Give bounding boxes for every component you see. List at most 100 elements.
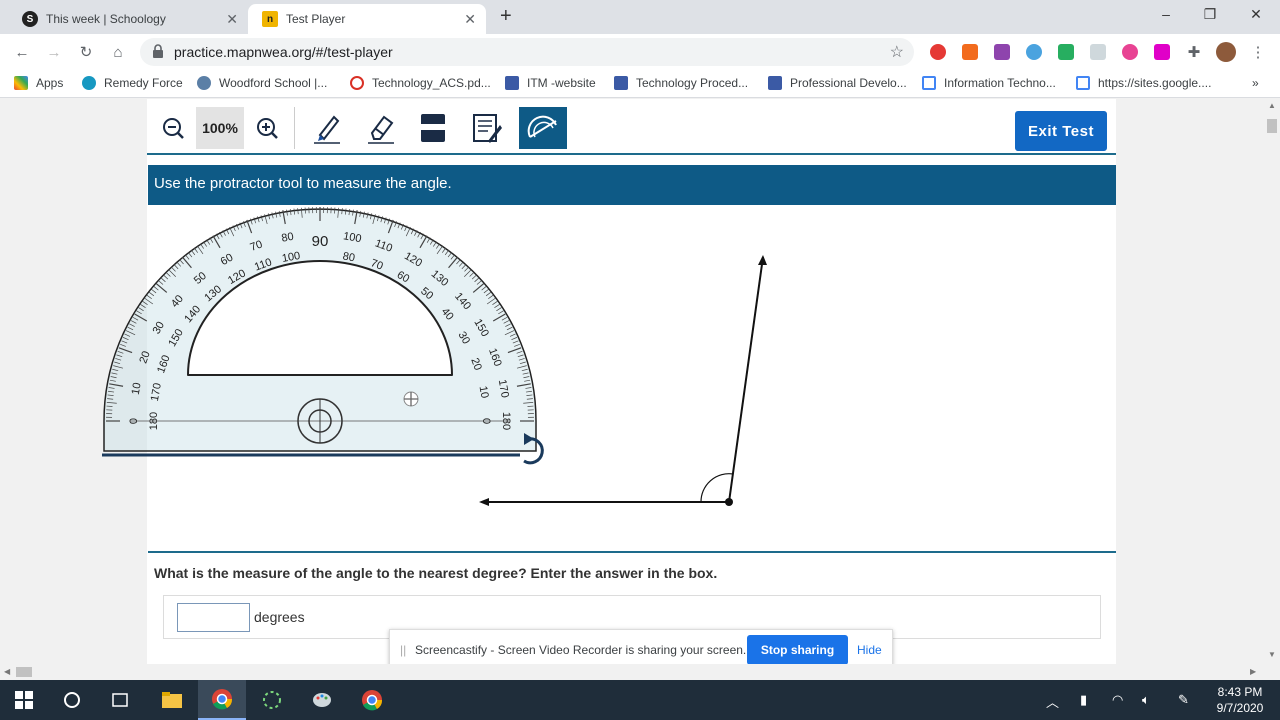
ring-icon bbox=[350, 76, 364, 90]
unit-label: degrees bbox=[254, 609, 305, 625]
bookmark-information-techno[interactable]: Information Techno... bbox=[922, 76, 1056, 90]
pen-tool-button[interactable] bbox=[303, 107, 351, 149]
extension-icon[interactable] bbox=[1026, 44, 1042, 60]
zoom-in-button[interactable] bbox=[243, 107, 291, 149]
answer-input[interactable] bbox=[177, 603, 250, 632]
extension-icon[interactable] bbox=[1154, 44, 1170, 60]
arrowhead-icon bbox=[758, 255, 767, 265]
system-clock[interactable]: 8:43 PM 9/7/2020 bbox=[1208, 684, 1272, 716]
bookmark-apps[interactable]: Apps bbox=[14, 76, 63, 90]
angle-arc bbox=[700, 473, 734, 503]
chrome-taskbar-button-2[interactable] bbox=[348, 680, 396, 720]
task-view-button[interactable] bbox=[96, 680, 144, 720]
spinner-icon bbox=[263, 691, 281, 709]
bookmark-sites-google[interactable]: https://sites.google.... bbox=[1076, 76, 1211, 90]
start-button[interactable] bbox=[0, 680, 48, 720]
puzzle-extensions-icon[interactable]: ✚ bbox=[1184, 42, 1204, 62]
windows-logo-icon bbox=[15, 691, 33, 709]
back-icon[interactable]: ← bbox=[12, 42, 32, 62]
avatar[interactable] bbox=[1216, 42, 1236, 62]
bookmark-technology-acs[interactable]: Technology_ACS.pd... bbox=[350, 76, 491, 90]
url-text: practice.mapnwea.org/#/test-player bbox=[174, 44, 393, 60]
nwea-icon: n bbox=[262, 11, 278, 27]
extension-icon[interactable] bbox=[1122, 44, 1138, 60]
drag-grip-icon[interactable]: || bbox=[400, 643, 406, 657]
exit-test-button[interactable]: Exit Test bbox=[1015, 111, 1107, 151]
eraser-tool-button[interactable] bbox=[357, 107, 405, 149]
extension-icon[interactable] bbox=[930, 44, 946, 60]
more-bookmarks-icon[interactable]: » bbox=[1252, 76, 1259, 90]
close-icon[interactable]: ✕ bbox=[464, 11, 476, 28]
protractor-tool-button[interactable] bbox=[519, 107, 567, 149]
extension-icon[interactable] bbox=[1058, 44, 1074, 60]
toolbar-separator bbox=[294, 107, 295, 149]
close-icon[interactable]: ✕ bbox=[226, 11, 238, 28]
zoom-out-button[interactable] bbox=[149, 107, 197, 149]
minimize-icon[interactable]: – bbox=[1156, 6, 1176, 22]
answer-masking-button[interactable] bbox=[409, 107, 457, 149]
home-icon[interactable]: ⌂ bbox=[108, 42, 128, 62]
bookmark-remedy-force[interactable]: Remedy Force bbox=[82, 76, 183, 90]
tab-title: Test Player bbox=[286, 12, 346, 26]
microphone-icon[interactable]: ▮ bbox=[1080, 692, 1087, 708]
search-button[interactable] bbox=[48, 680, 96, 720]
scroll-down-arrow[interactable]: ▼ bbox=[1268, 650, 1276, 659]
bookmark-itm-website[interactable]: ITM -website bbox=[505, 76, 596, 90]
scroll-up-arrow[interactable]: ▲ bbox=[1268, 101, 1276, 110]
bookmark-star-icon[interactable]: ☆ bbox=[890, 42, 904, 62]
close-window-icon[interactable]: ✕ bbox=[1246, 6, 1266, 23]
protractor-icon bbox=[527, 115, 557, 138]
move-handle-icon[interactable] bbox=[403, 391, 419, 407]
doc-icon bbox=[768, 76, 782, 90]
stop-sharing-button[interactable]: Stop sharing bbox=[747, 635, 848, 665]
horizontal-scrollbar[interactable]: ◀ ▶ bbox=[0, 664, 1264, 680]
chrome-icon bbox=[212, 689, 233, 710]
scroll-thumb[interactable] bbox=[1267, 119, 1277, 133]
bookmark-woodford[interactable]: Woodford School |... bbox=[197, 76, 327, 90]
address-bar[interactable]: practice.mapnwea.org/#/test-player ☆ bbox=[140, 38, 914, 66]
share-message: Screencastify - Screen Video Recorder is… bbox=[415, 643, 747, 657]
bookmark-professional-develo[interactable]: Professional Develo... bbox=[768, 76, 907, 90]
extension-icon[interactable] bbox=[994, 44, 1010, 60]
zoom-out-icon bbox=[163, 118, 184, 139]
file-explorer-button[interactable] bbox=[148, 680, 196, 720]
inner-scale-label: 0 bbox=[480, 418, 492, 424]
chrome-taskbar-button[interactable] bbox=[198, 680, 246, 720]
wifi-icon[interactable]: ◠ bbox=[1112, 692, 1123, 708]
task-view-icon bbox=[112, 693, 128, 707]
outer-scale-label: 0 bbox=[128, 418, 140, 424]
extension-icon[interactable] bbox=[962, 44, 978, 60]
clock-date: 9/7/2020 bbox=[1216, 701, 1264, 715]
menu-icon[interactable]: ⋮ bbox=[1248, 42, 1268, 62]
tab-schoology[interactable]: S This week | Schoology ✕ bbox=[8, 4, 248, 34]
forward-icon[interactable]: → bbox=[44, 42, 64, 62]
scroll-right-arrow[interactable]: ▶ bbox=[1250, 667, 1256, 676]
page-viewport: 100% Exit Test Use the protractor tool t… bbox=[0, 99, 1264, 664]
zoom-level: 100% bbox=[196, 107, 244, 149]
school-logo-icon bbox=[197, 76, 211, 90]
notepad-button[interactable] bbox=[463, 107, 511, 149]
chrome-icon bbox=[362, 690, 383, 711]
bookmark-technology-proced[interactable]: Technology Proced... bbox=[614, 76, 748, 90]
angle-ray-upper bbox=[728, 256, 764, 503]
doc-icon bbox=[505, 76, 519, 90]
reload-icon[interactable]: ↻ bbox=[76, 42, 96, 62]
paint-app-button[interactable] bbox=[298, 680, 346, 720]
hide-button[interactable]: Hide bbox=[857, 643, 882, 657]
outer-scale-label: 10 bbox=[130, 382, 144, 396]
extension-icon[interactable] bbox=[1090, 44, 1106, 60]
new-tab-button[interactable]: + bbox=[500, 5, 512, 28]
loading-app-button[interactable] bbox=[248, 680, 296, 720]
restore-icon[interactable]: ❐ bbox=[1200, 6, 1220, 23]
tab-test-player[interactable]: n Test Player ✕ bbox=[248, 4, 486, 34]
scroll-left-arrow[interactable]: ◀ bbox=[4, 667, 10, 676]
sites-icon bbox=[1076, 76, 1090, 90]
scroll-thumb[interactable] bbox=[16, 667, 32, 677]
lock-icon bbox=[153, 44, 163, 58]
volume-icon[interactable]: 🔈︎ bbox=[1142, 692, 1150, 708]
tray-chevron-icon[interactable]: ︿ bbox=[1046, 692, 1059, 711]
pen-workspace-icon[interactable]: ✎ bbox=[1178, 692, 1189, 708]
salesforce-cloud-icon bbox=[82, 76, 96, 90]
vertical-scrollbar[interactable]: ▲ ▼ bbox=[1264, 99, 1280, 664]
protractor[interactable]: 01020304050607080 100 11012013014015016017… bbox=[100, 203, 560, 469]
